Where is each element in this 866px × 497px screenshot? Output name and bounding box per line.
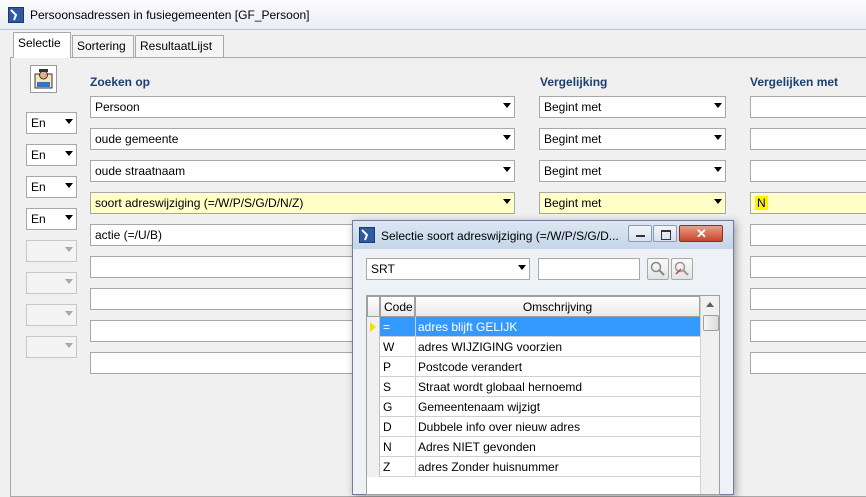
lookup-popup: Selectie soort adreswijziging (=/W/P/S/G… xyxy=(352,220,734,495)
tab-selectie[interactable]: Selectie xyxy=(13,32,71,58)
popup-filter-input[interactable] xyxy=(538,258,640,280)
header-zoeken-op: Zoeken op xyxy=(90,75,151,89)
close-button[interactable]: ✕ xyxy=(679,225,723,242)
clear-search-icon[interactable] xyxy=(671,258,693,280)
column-divider xyxy=(415,317,416,477)
row-header-corner xyxy=(367,296,380,317)
logic-select-row-4[interactable]: En xyxy=(26,176,77,198)
column-header-omschrijving[interactable]: Omschrijving xyxy=(415,296,700,317)
compare-select-row-1[interactable]: Begint met xyxy=(539,96,726,118)
app-icon xyxy=(8,7,24,23)
value-input-row-3[interactable] xyxy=(750,160,866,182)
value-input-row-4[interactable]: N xyxy=(750,192,866,214)
maximize-button[interactable] xyxy=(653,225,677,242)
scroll-up-icon[interactable] xyxy=(706,302,714,307)
list-item[interactable]: S Straat wordt globaal hernoemd xyxy=(380,377,700,397)
popup-filter-select[interactable]: SRT xyxy=(366,258,530,280)
popup-title: Selectie soort adreswijziging (=/W/P/S/G… xyxy=(381,229,619,243)
logic-select-row-2[interactable]: En xyxy=(26,112,77,134)
header-vergelijking: Vergelijking xyxy=(540,75,608,89)
list-item[interactable]: Z adres Zonder huisnummer xyxy=(380,457,700,477)
value-input-row-8[interactable] xyxy=(750,320,866,342)
column-header-code[interactable]: Code xyxy=(380,296,415,317)
compare-select-row-4[interactable]: Begint met xyxy=(539,192,726,214)
value-input-row-9[interactable] xyxy=(750,352,866,374)
logic-select-row-9[interactable] xyxy=(26,336,77,358)
logic-select-row-6[interactable] xyxy=(26,240,77,262)
compare-select-row-3[interactable]: Begint met xyxy=(539,160,726,182)
list-item[interactable]: N Adres NIET gevonden xyxy=(380,437,700,457)
tab-resultaatlijst[interactable]: ResultaatLijst xyxy=(135,35,224,57)
value-input-row-6[interactable] xyxy=(750,256,866,278)
logic-select-row-7[interactable] xyxy=(26,272,77,294)
lookup-grid: Code Omschrijving = adres blijft GELIJK … xyxy=(366,295,720,495)
grid-scrollbar[interactable] xyxy=(700,296,719,494)
person-card-icon[interactable] xyxy=(30,65,57,93)
title-bar: Persoonsadressen in fusiegemeenten [GF_P… xyxy=(0,0,866,30)
scroll-thumb[interactable] xyxy=(703,315,719,331)
window-title: Persoonsadressen in fusiegemeenten [GF_P… xyxy=(30,8,310,22)
logic-select-row-3[interactable]: En xyxy=(26,144,77,166)
value-input-row-5[interactable] xyxy=(750,224,866,246)
list-item[interactable]: = adres blijft GELIJK xyxy=(380,317,700,337)
field-select-row-2[interactable]: oude gemeente xyxy=(90,128,515,150)
list-item[interactable]: P Postcode verandert xyxy=(380,357,700,377)
list-item[interactable]: W adres WIJZIGING voorzien xyxy=(380,337,700,357)
compare-select-row-2[interactable]: Begint met xyxy=(539,128,726,150)
field-select-row-3[interactable]: oude straatnaam xyxy=(90,160,515,182)
list-item[interactable]: G Gemeentenaam wijzigt xyxy=(380,397,700,417)
search-icon[interactable] xyxy=(647,258,669,280)
minimize-button[interactable] xyxy=(628,225,652,242)
field-select-row-4[interactable]: soort adreswijziging (=/W/P/S/G/D/N/Z) xyxy=(90,192,515,214)
row-selector-column xyxy=(367,317,380,477)
logic-select-row-5[interactable]: En xyxy=(26,208,77,230)
popup-title-bar[interactable]: Selectie soort adreswijziging (=/W/P/S/G… xyxy=(353,221,733,249)
tab-sortering[interactable]: Sortering xyxy=(72,35,134,57)
popup-app-icon xyxy=(359,227,375,243)
logic-select-row-8[interactable] xyxy=(26,304,77,326)
value-input-row-2[interactable] xyxy=(750,128,866,150)
value-input-row-1[interactable] xyxy=(750,96,866,118)
field-select-row-1[interactable]: Persoon xyxy=(90,96,515,118)
list-item[interactable]: D Dubbele info over nieuw adres xyxy=(380,417,700,437)
close-icon: ✕ xyxy=(696,226,707,241)
header-vergelijken-met: Vergelijken met xyxy=(750,75,839,89)
current-row-indicator-icon xyxy=(370,322,376,332)
value-input-row-7[interactable] xyxy=(750,288,866,310)
